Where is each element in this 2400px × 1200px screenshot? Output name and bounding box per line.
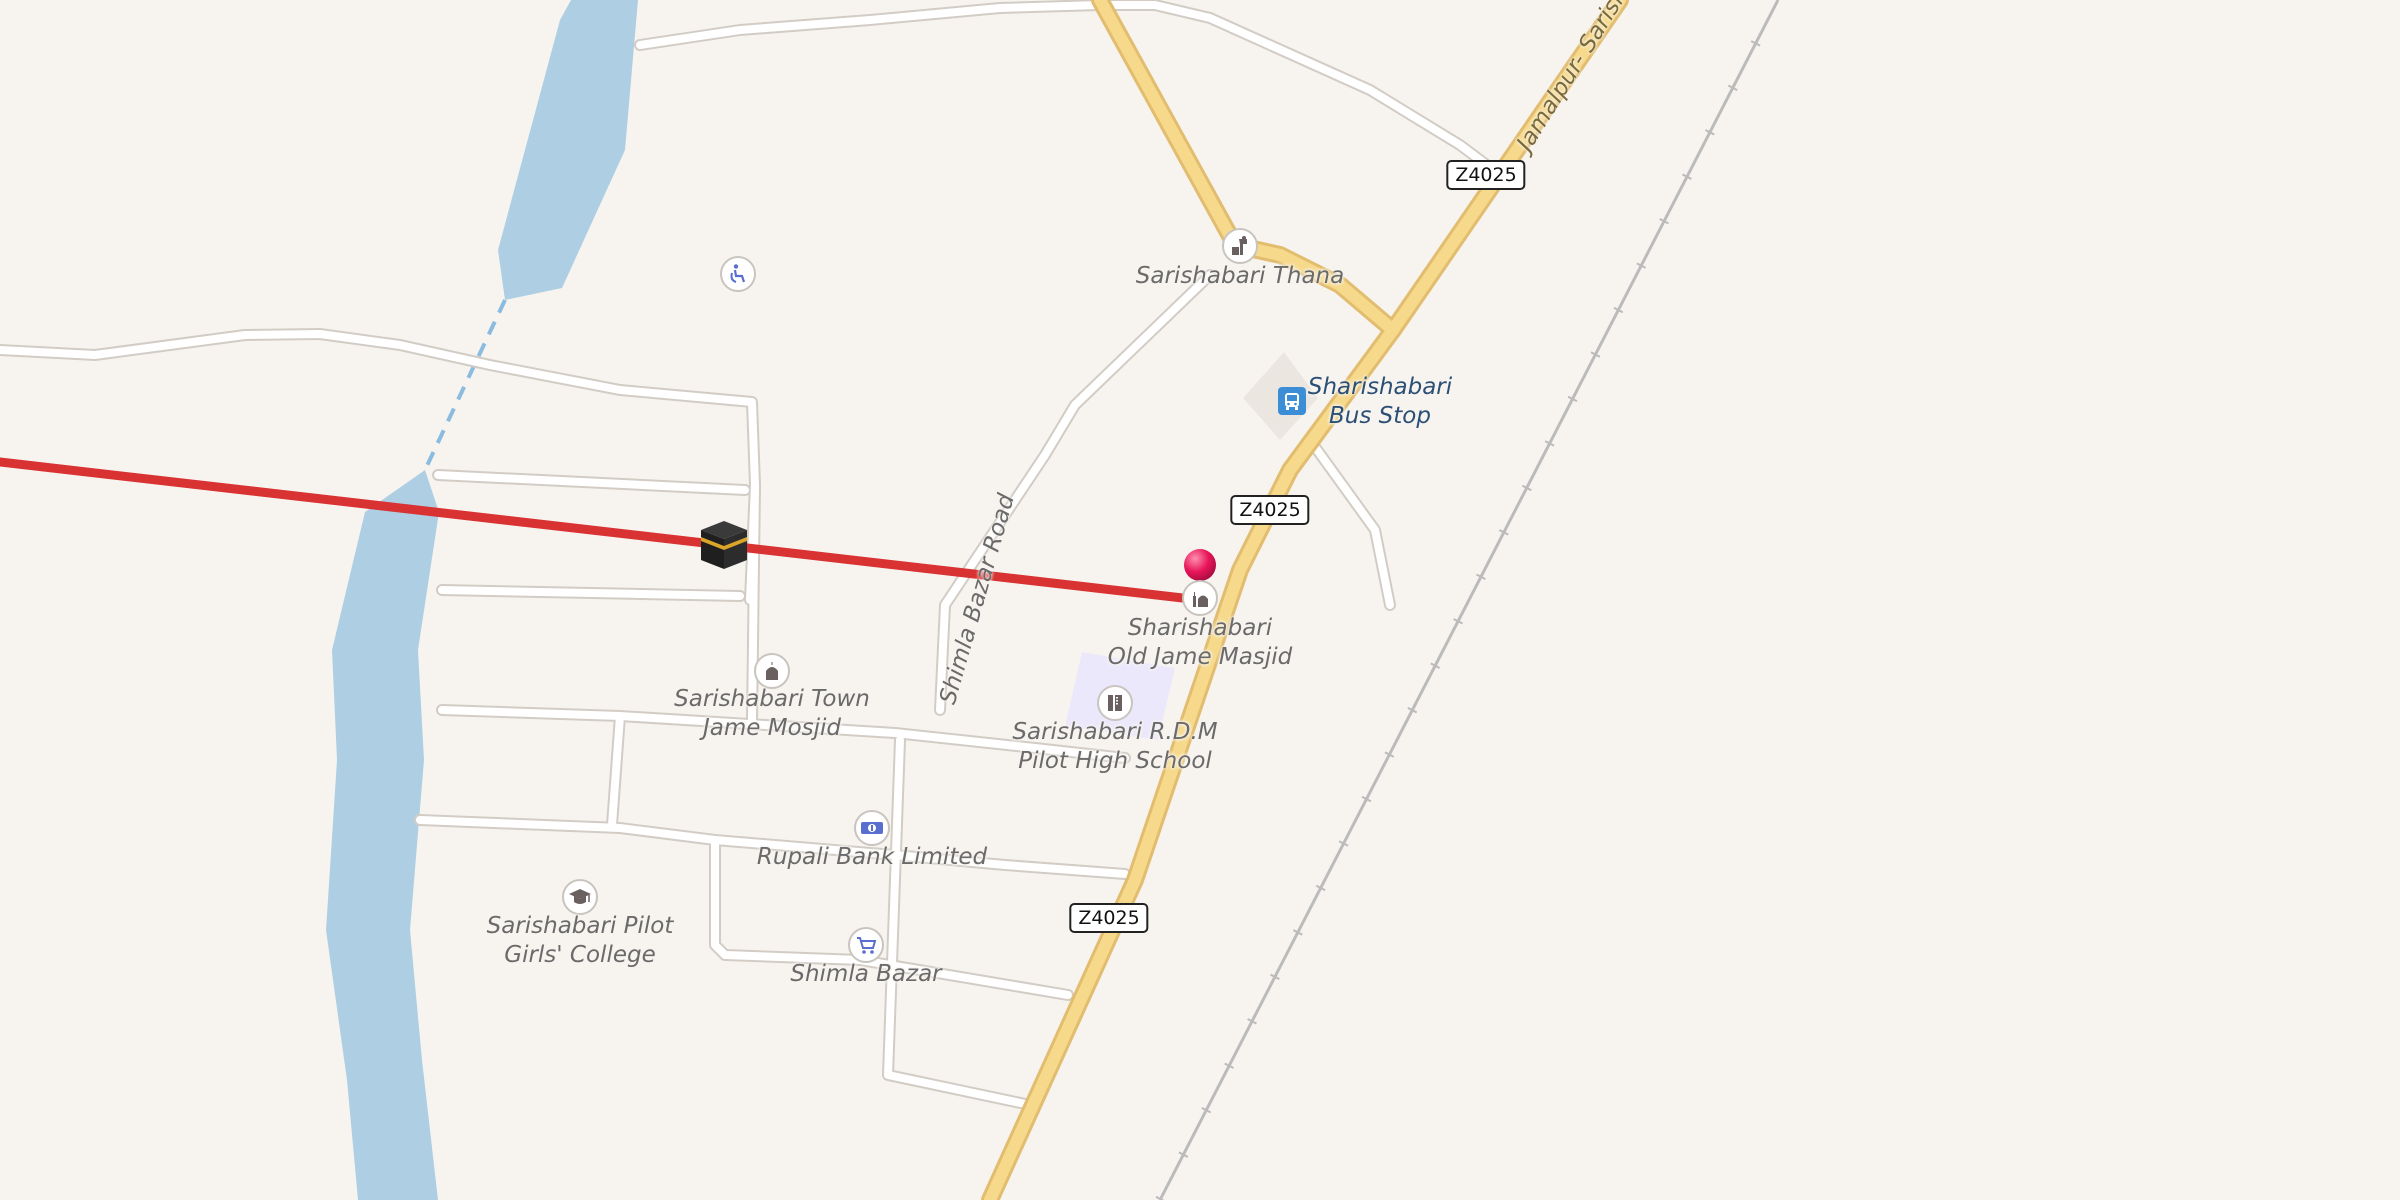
police-icon[interactable] <box>1222 228 1258 264</box>
mosque-icon[interactable] <box>754 653 790 689</box>
primary-road-casings <box>981 0 1629 1200</box>
poi-label-shimla-bazar[interactable]: Shimla Bazar <box>790 960 941 989</box>
river-south <box>326 470 439 1200</box>
bus-stop-icon[interactable] <box>1278 387 1306 415</box>
school-icon[interactable] <box>1097 685 1133 721</box>
poi-label-town-masjid[interactable]: Sarishabari Town Jame Mosjid <box>674 685 870 743</box>
poi-label-thana[interactable]: Sarishabari Thana <box>1136 262 1344 291</box>
route-shield: Z4025 <box>1446 160 1526 190</box>
primary-roads <box>984 0 1626 1200</box>
stream <box>423 299 507 471</box>
poi-label-old-masjid[interactable]: Sharishabari Old Jame Masjid <box>1108 614 1292 672</box>
route-shield: Z4025 <box>1069 903 1149 933</box>
mosque-icon[interactable] <box>1182 580 1218 616</box>
poi-label-bus-stop[interactable]: Sharishabari Bus Stop <box>1308 373 1452 431</box>
graduation-cap-icon[interactable] <box>562 879 598 915</box>
shopping-cart-icon[interactable] <box>848 927 884 963</box>
bank-icon[interactable] <box>854 810 890 846</box>
map-canvas[interactable]: Jamalpur- Sarisha Shimla Bazar Road Z402… <box>0 0 2400 1200</box>
route-shield: Z4025 <box>1230 495 1310 525</box>
kaaba-icon[interactable] <box>697 518 751 572</box>
wheelchair-icon[interactable] <box>720 256 756 292</box>
poi-label-bank[interactable]: Rupali Bank Limited <box>757 843 987 872</box>
poi-label-girls-college[interactable]: Sarishabari Pilot Girls' College <box>487 912 674 970</box>
poi-label-rdm-school[interactable]: Sarishabari R.D.M Pilot High School <box>1012 718 1217 776</box>
river <box>498 0 638 300</box>
